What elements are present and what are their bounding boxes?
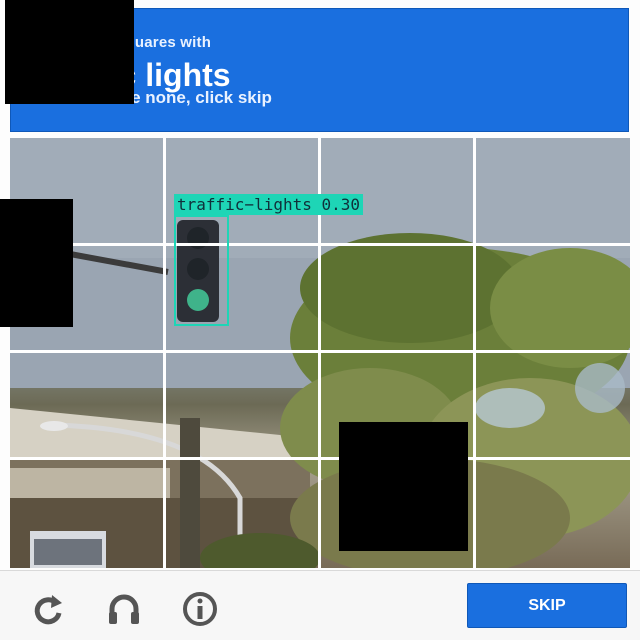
grid-divider	[163, 138, 166, 568]
grid-tile-8[interactable]	[475, 245, 630, 352]
grid-tile-9[interactable]	[10, 352, 165, 459]
audio-icon[interactable]	[104, 589, 144, 629]
skip-hint-text: are none, click skip	[115, 88, 272, 107]
redaction-block	[339, 422, 468, 551]
reload-icon[interactable]	[28, 589, 68, 629]
redaction-block	[0, 199, 73, 327]
detection-box	[174, 215, 229, 326]
image-grid: traffic−lights 0.30	[10, 138, 630, 568]
redaction-block	[5, 0, 134, 104]
grid-divider	[10, 243, 630, 246]
detection-label: traffic−lights 0.30	[174, 194, 364, 215]
grid-tile-10[interactable]	[165, 352, 320, 459]
grid-tile-12[interactable]	[475, 352, 630, 459]
captcha-widget: squares with fic lights are none, click …	[0, 0, 640, 640]
grid-tile-13[interactable]	[10, 459, 165, 568]
info-icon[interactable]	[180, 589, 220, 629]
grid-divider	[473, 138, 476, 568]
grid-tile-4[interactable]	[475, 138, 630, 245]
grid-divider	[10, 457, 630, 460]
grid-tile-7[interactable]	[320, 245, 475, 352]
grid-divider	[10, 350, 630, 353]
skip-button[interactable]: SKIP	[467, 583, 627, 628]
grid-tile-14[interactable]	[165, 459, 320, 568]
grid-tile-3[interactable]	[320, 138, 475, 245]
grid-tile-16[interactable]	[475, 459, 630, 568]
